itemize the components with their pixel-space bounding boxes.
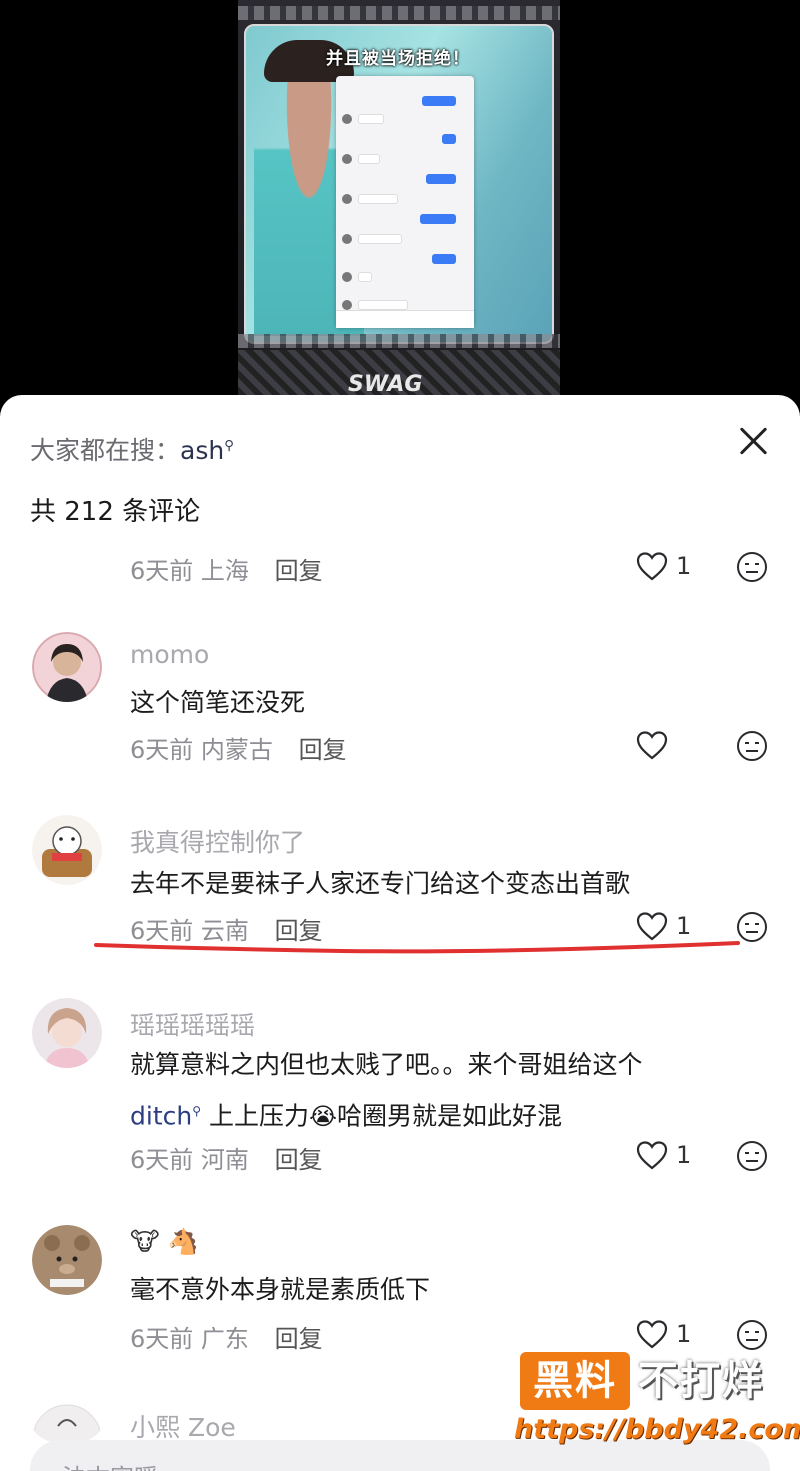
video-player[interactable]: 并且被当场拒绝！ SWAG (0, 0, 800, 420)
video-frame: 并且被当场拒绝！ SWAG (238, 0, 560, 420)
comment-time: 6天前 (130, 557, 194, 585)
comment-meta: 6天前 上海 回复 (130, 551, 323, 586)
comment-location: 内蒙古 (200, 736, 273, 764)
comment-username[interactable]: 🐮 🐴 (130, 1227, 199, 1257)
video-scene: 并且被当场拒绝！ (244, 24, 554, 344)
comment-location: 河南 (200, 1146, 249, 1174)
comment-meta: 6天前 内蒙古 回复 (130, 730, 347, 765)
crying-emoji-icon: 😭 (308, 1102, 338, 1131)
avatar[interactable] (32, 1225, 102, 1295)
watermark-side-text: 不打烊 (638, 1358, 764, 1404)
comment-username[interactable]: 我真得控制你了 (130, 823, 305, 859)
comment-location: 广东 (200, 1325, 249, 1353)
comment-time: 6天前 (130, 1325, 194, 1353)
comment-text-line: 就算意料之内但也太贱了吧。。来个哥姐给这个 (130, 1050, 643, 1079)
comment-text-line: ditch⚲ 上上压力😭哈圈男就是如此好混 (130, 1088, 750, 1139)
heart-icon (636, 552, 668, 581)
chat-screenshot (336, 76, 474, 328)
comment-meta: 6天前 河南 回复 (130, 1140, 323, 1175)
search-suggestion-prefix: 大家都在搜： (30, 436, 181, 465)
like-count: 1 (676, 1320, 692, 1348)
emoji-reaction-icon[interactable] (736, 730, 768, 762)
comment-text-fragment: 上上压力 (208, 1101, 309, 1131)
heart-icon (636, 1320, 668, 1349)
comment-time: 6天前 (130, 736, 194, 764)
like-button[interactable]: 1 (636, 1319, 691, 1349)
chain-decoration (238, 6, 560, 20)
emoji-reaction-icon[interactable] (736, 1140, 768, 1172)
close-icon[interactable] (736, 423, 770, 457)
comment-location: 上海 (200, 557, 249, 585)
video-caption: 并且被当场拒绝！ (326, 49, 470, 69)
watermark-url: https://bbdy42.com (514, 1414, 800, 1445)
avatar[interactable] (32, 815, 102, 885)
comment-text: 毫不意外本身就是素质低下 (130, 1275, 431, 1304)
search-icon: ⚲ (192, 1104, 202, 1118)
comment-input-placeholder: 法古富暖 (62, 1458, 158, 1471)
like-button[interactable] (636, 730, 676, 760)
reply-button[interactable]: 回复 (275, 1325, 323, 1353)
heart-icon (636, 1141, 668, 1170)
heart-icon (636, 731, 668, 760)
watermark: 黑料 不打烊 https://bbdy42.com (514, 1352, 800, 1452)
reply-button[interactable]: 回复 (275, 557, 323, 585)
comment-text-fragment: 哈圈男就是如此好混 (337, 1101, 563, 1131)
search-suggestion-keyword[interactable]: ash (180, 436, 224, 465)
like-button[interactable]: 1 (636, 1140, 691, 1170)
comment-username[interactable]: 瑶瑶瑶瑶瑶 (130, 1006, 255, 1042)
comment-text: 这个简笔还没死 (130, 688, 306, 717)
search-suggestion[interactable]: 大家都在搜：ash⚲ (30, 431, 234, 467)
swag-text: SWAG (348, 372, 423, 397)
comment-search-keyword[interactable]: ditch (130, 1101, 192, 1130)
comment-username[interactable]: momo (130, 640, 209, 669)
like-count: 1 (676, 1141, 692, 1169)
comment-text: 去年不是要袜子人家还专门给这个变态出首歌 (130, 869, 631, 898)
emoji-reaction-icon[interactable] (736, 1319, 768, 1351)
reply-button[interactable]: 回复 (299, 736, 347, 764)
comment-time: 6天前 (130, 1146, 194, 1174)
search-icon: ⚲ (224, 438, 234, 454)
avatar[interactable] (32, 998, 102, 1068)
reply-button[interactable]: 回复 (275, 1146, 323, 1174)
chain-decoration (238, 334, 560, 348)
watermark-box: 黑料 (520, 1352, 630, 1410)
red-underline-annotation (94, 941, 740, 954)
avatar[interactable] (32, 1404, 102, 1444)
comment-username[interactable]: 小熙 Zoe (130, 1408, 236, 1444)
comment-text: 就算意料之内但也太贱了吧。。来个哥姐给这个 ditch⚲ 上上压力😭哈圈男就是如… (130, 1042, 750, 1139)
avatar[interactable] (32, 632, 102, 702)
emoji-reaction-icon[interactable] (736, 551, 768, 583)
comment-meta: 6天前 广东 回复 (130, 1319, 323, 1354)
like-count: 1 (676, 552, 692, 580)
like-button[interactable]: 1 (636, 551, 691, 581)
comment-count: 共 212 条评论 (30, 497, 201, 527)
